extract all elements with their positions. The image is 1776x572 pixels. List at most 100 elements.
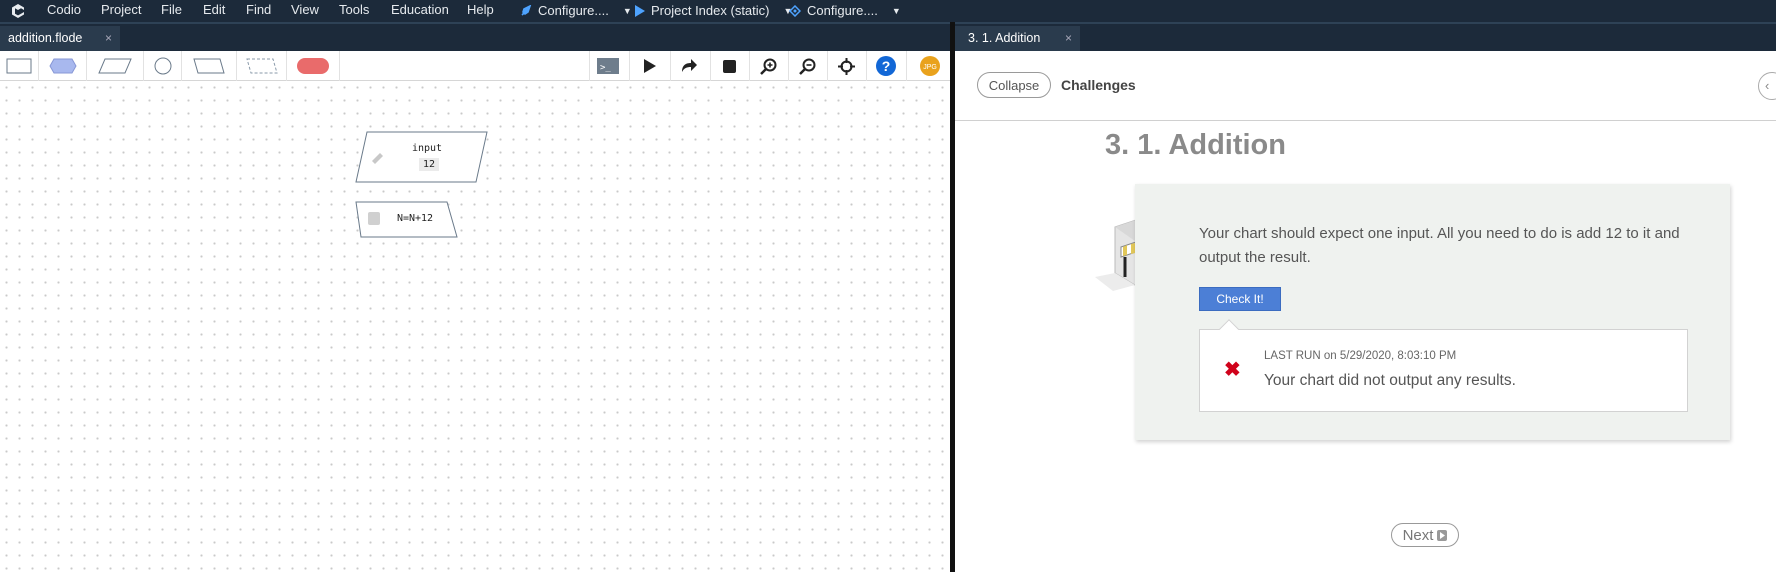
shape-io-button[interactable]	[87, 51, 144, 81]
right-tabbar: 3. 1. Addition ×	[955, 22, 1776, 53]
guide-tab-label: 3. 1. Addition	[968, 31, 1041, 45]
help-button[interactable]: ?	[874, 54, 898, 78]
input-node-value: 12	[419, 158, 440, 171]
center-button[interactable]	[834, 54, 858, 78]
redo-icon	[682, 59, 697, 72]
crosshair-icon	[837, 57, 855, 75]
configure-run-menu[interactable]: Configure.... ▼	[520, 3, 632, 18]
zoom-out-icon	[798, 58, 815, 75]
codio-logo-icon[interactable]	[10, 3, 26, 19]
challenge-card: Your chart should expect one input. All …	[1135, 184, 1730, 440]
menu-file[interactable]: File	[161, 2, 182, 17]
trapezoid-shape-icon	[193, 58, 225, 74]
last-run-label: LAST RUN	[1264, 350, 1321, 362]
page-title: 3. 1. Addition	[1105, 129, 1286, 161]
menubar: Codio Project File Edit Find View Tools …	[0, 0, 1776, 22]
terminal-button[interactable]: >_	[596, 54, 620, 78]
menu-tools[interactable]: Tools	[339, 2, 369, 17]
rocket-icon	[521, 4, 532, 16]
stop-button[interactable]	[717, 54, 741, 78]
help-icon: ?	[876, 56, 896, 76]
toolbar-divider	[827, 51, 828, 81]
shape-process-button[interactable]	[0, 51, 39, 81]
export-jpg-button[interactable]: JPG	[918, 54, 942, 78]
input-node[interactable]: input 12	[355, 131, 488, 183]
file-tab-label: addition.flode	[8, 31, 83, 45]
toolbar-divider	[589, 51, 590, 81]
challenges-label: Challenges	[1061, 77, 1136, 93]
last-run-timestamp: LAST RUN on 5/29/2020, 8:03:10 PM	[1264, 350, 1456, 362]
flowchart-toolbar: >_ ? JPG	[0, 51, 950, 81]
circle-shape-icon	[154, 57, 171, 75]
configure-preview-menu[interactable]: Configure.... ▼	[789, 3, 901, 18]
configure-preview-label: Configure....	[807, 3, 878, 18]
configure-run-label: Configure....	[538, 3, 609, 18]
chevron-down-icon: ▼	[622, 5, 632, 16]
menu-codio[interactable]: Codio	[47, 2, 81, 17]
close-icon[interactable]: ×	[105, 31, 112, 45]
menu-project[interactable]: Project	[101, 2, 141, 17]
shape-connector-button[interactable]	[144, 51, 182, 81]
left-tabbar: addition.flode ×	[0, 22, 950, 53]
next-button[interactable]: Next	[1391, 523, 1459, 547]
back-button[interactable]: ‹	[1758, 72, 1776, 100]
toolbar-divider	[788, 51, 789, 81]
shape-manual-input-button[interactable]	[182, 51, 237, 81]
fail-x-icon: ✖	[1224, 359, 1241, 381]
toolbar-divider	[629, 51, 630, 81]
input-node-label: input	[411, 143, 443, 154]
shape-comment-button[interactable]	[237, 51, 287, 81]
stop-icon	[722, 59, 736, 73]
menu-education[interactable]: Education	[391, 2, 449, 17]
project-index-label: Project Index (static)	[651, 3, 770, 18]
guide-tab-addition[interactable]: 3. 1. Addition ×	[955, 26, 1080, 53]
result-pointer	[1219, 319, 1239, 339]
flowchart-canvas[interactable]: input 12 N=N+12	[0, 81, 950, 572]
chevron-down-icon: ▼	[891, 5, 901, 16]
play-icon	[1437, 529, 1448, 541]
challenge-instructions: Your chart should expect one input. All …	[1199, 225, 1680, 266]
menu-view[interactable]: View	[291, 2, 319, 17]
menu-find[interactable]: Find	[246, 2, 271, 17]
hexagon-shape-icon	[48, 58, 77, 74]
jpg-export-icon: JPG	[920, 56, 940, 76]
toolbar-divider	[710, 51, 711, 81]
terminal-icon: >_	[597, 58, 619, 74]
shape-end-button[interactable]	[287, 51, 340, 81]
input-node-shape	[355, 131, 488, 183]
guide-header: Collapse Challenges ‹	[955, 51, 1776, 121]
run-button[interactable]	[637, 54, 661, 78]
close-icon[interactable]: ×	[1065, 31, 1072, 45]
zoom-out-button[interactable]	[795, 54, 819, 78]
target-icon	[789, 4, 801, 17]
shape-terminal-button[interactable]	[39, 51, 87, 81]
result-message: Your chart did not output any results.	[1264, 372, 1516, 389]
toolbar-divider	[749, 51, 750, 81]
toolbar-divider	[906, 51, 907, 81]
last-run-date: on 5/29/2020, 8:03:10 PM	[1323, 350, 1457, 362]
menu-edit[interactable]: Edit	[203, 2, 225, 17]
dashed-parallelogram-icon	[245, 58, 278, 74]
menu-help[interactable]: Help	[467, 2, 494, 17]
svg-text:>_: >_	[600, 63, 611, 73]
guide-content: 3. 1. Addition Your chart should expect …	[955, 121, 1776, 572]
play-icon	[644, 59, 656, 73]
help-label: ?	[882, 58, 891, 74]
zoom-in-icon	[759, 58, 776, 75]
check-it-button[interactable]: Check It!	[1199, 287, 1281, 311]
rounded-stop-shape-icon	[297, 58, 329, 74]
file-tab-addition[interactable]: addition.flode ×	[0, 26, 120, 53]
process-node[interactable]: N=N+12	[355, 201, 458, 238]
last-run-result: ✖ LAST RUN on 5/29/2020, 8:03:10 PM Your…	[1199, 319, 1688, 412]
next-label: Next	[1402, 526, 1434, 544]
toolbar-divider	[866, 51, 867, 81]
rectangle-shape-icon	[6, 58, 32, 74]
chevron-left-icon: ‹	[1765, 78, 1770, 93]
step-button[interactable]	[677, 54, 701, 78]
jpg-label: JPG	[923, 64, 937, 71]
project-index-menu[interactable]: Project Index (static) ▼	[634, 3, 792, 18]
zoom-in-button[interactable]	[756, 54, 780, 78]
collapse-button[interactable]: Collapse	[977, 72, 1051, 98]
toolbar-divider	[670, 51, 671, 81]
parallelogram-shape-icon	[98, 58, 132, 74]
